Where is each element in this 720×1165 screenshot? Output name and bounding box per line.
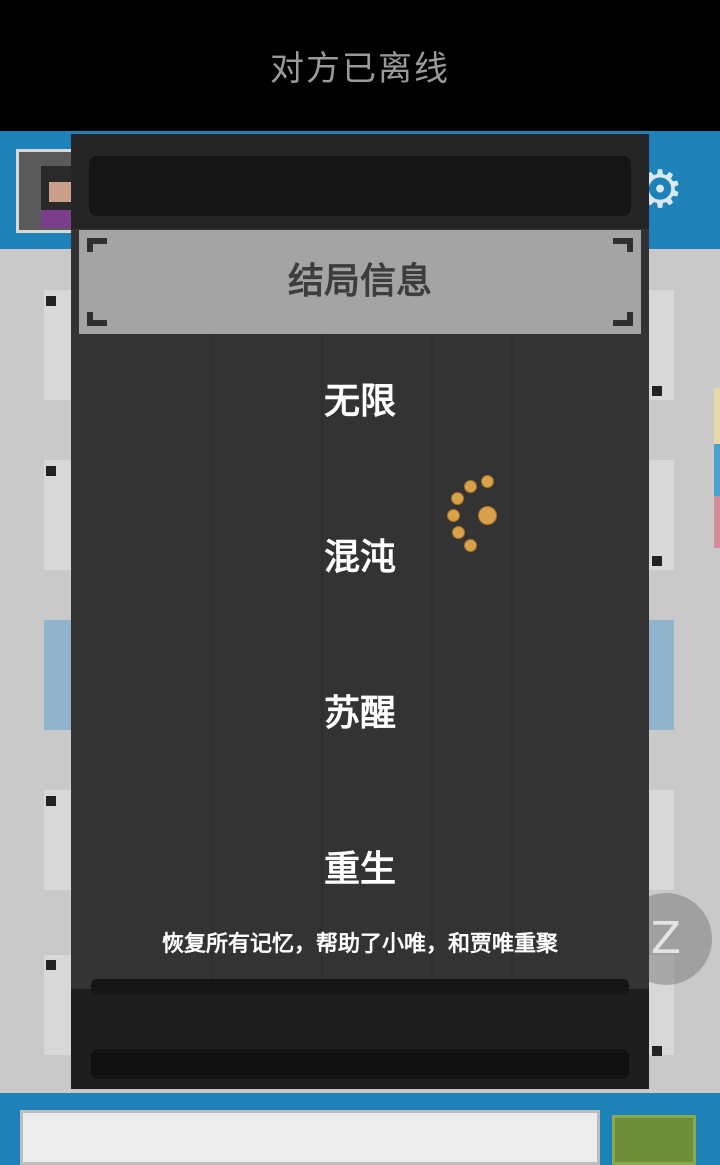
ending-option-chaos[interactable]: 混沌: [71, 528, 649, 580]
dialog-bottom-slot: [91, 1049, 629, 1079]
send-button[interactable]: [612, 1115, 696, 1165]
bubble-corner: [652, 386, 662, 396]
ending-option-rebirth[interactable]: 重生: [71, 840, 649, 892]
peer-status-title: 对方已离线: [270, 49, 450, 89]
dialog-bottom-slot: [91, 979, 629, 995]
spinner-dot: [451, 492, 464, 505]
spinner-dot: [452, 526, 465, 539]
dialog-title: 结局信息: [287, 261, 432, 302]
spinner-dot: [481, 475, 494, 488]
side-tab[interactable]: [714, 444, 720, 496]
bubble-corner: [652, 556, 662, 566]
spinner-dot: [478, 506, 497, 525]
avatar-face: [49, 182, 71, 202]
bubble-corner: [46, 466, 56, 476]
spinner-dot: [464, 480, 477, 493]
side-tab[interactable]: [714, 388, 720, 444]
dialog-top-slot: [89, 156, 631, 216]
bubble-corner: [46, 296, 56, 306]
dialog-bottom-frame: [71, 979, 649, 1089]
ending-option-infinite[interactable]: 无限: [71, 372, 649, 424]
bubble-corner: [46, 796, 56, 806]
dialog-top-frame: [71, 134, 649, 229]
ending-info-dialog: 结局信息 无限 混沌 苏醒 重生 恢复所有记忆，帮助了小唯，和贾唯重聚: [71, 134, 649, 1089]
ending-description: 恢复所有记忆，帮助了小唯，和贾唯重聚: [161, 932, 558, 957]
ending-option-awaken[interactable]: 苏醒: [71, 684, 649, 736]
bubble-corner: [652, 1046, 662, 1056]
spinner-dot: [464, 539, 477, 552]
message-input[interactable]: [20, 1110, 600, 1165]
bubble-corner: [46, 960, 56, 970]
status-bar: 对方已离线: [0, 0, 720, 131]
side-tab[interactable]: [714, 496, 720, 548]
loading-spinner-icon: [440, 470, 510, 560]
spinner-dot: [447, 509, 460, 522]
avatar-shirt: [41, 210, 71, 228]
dialog-header: 结局信息: [79, 230, 641, 334]
